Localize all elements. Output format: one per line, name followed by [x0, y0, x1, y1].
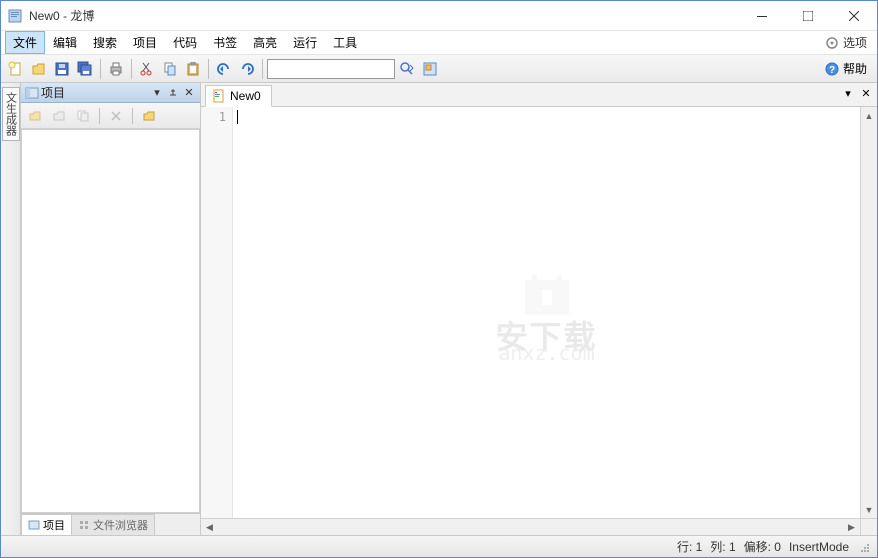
- sidebar-open-button[interactable]: [25, 106, 45, 126]
- help-label: 帮助: [843, 60, 867, 77]
- watermark-text1: 安下载: [495, 329, 597, 345]
- open-file-button[interactable]: [28, 58, 50, 80]
- sidebar-tabs: 项目 文件浏览器: [21, 513, 200, 535]
- sidebar-tab-project-label: 项目: [43, 517, 65, 533]
- browser-tab-icon: [78, 519, 90, 531]
- menu-edit[interactable]: 编辑: [45, 31, 85, 54]
- redo-button[interactable]: [236, 58, 258, 80]
- menu-code[interactable]: 代码: [165, 31, 205, 54]
- watermark-text2: anxz.com: [495, 345, 597, 361]
- minimize-button[interactable]: [739, 1, 785, 31]
- sidebar-tab-browser-label: 文件浏览器: [93, 517, 148, 533]
- app-icon: [7, 8, 23, 24]
- menu-run[interactable]: 运行: [285, 31, 325, 54]
- copy-button[interactable]: [159, 58, 181, 80]
- options-button[interactable]: 选项: [819, 32, 873, 53]
- toggle-view-button[interactable]: [419, 58, 441, 80]
- menu-bookmark[interactable]: 书签: [205, 31, 245, 54]
- status-mode: InsertMode: [789, 540, 849, 554]
- scroll-up-icon[interactable]: ▲: [861, 107, 877, 124]
- resize-grip-icon[interactable]: [857, 540, 871, 554]
- watermark: 安下载 anxz.com: [495, 265, 597, 361]
- menu-tools[interactable]: 工具: [325, 31, 365, 54]
- options-label: 选项: [843, 34, 867, 51]
- editor-body: 1 安下载 anxz.com ▲ ▼: [201, 107, 877, 518]
- sidebar-new-folder-button[interactable]: [49, 106, 69, 126]
- editor-textarea[interactable]: 安下载 anxz.com: [233, 107, 860, 518]
- sidebar-delete-button[interactable]: [106, 106, 126, 126]
- status-col: 列: 1: [710, 538, 735, 555]
- maximize-button[interactable]: [785, 1, 831, 31]
- gear-icon: [825, 36, 839, 50]
- project-tab-icon: [28, 519, 40, 531]
- status-bar: 行: 1 列: 1 偏移: 0 InsertMode: [1, 535, 877, 557]
- sidebar-header: 项目 ▾ ✕: [21, 83, 200, 103]
- help-icon: ?: [825, 62, 839, 76]
- status-row: 行: 1: [677, 538, 702, 555]
- paste-button[interactable]: [182, 58, 204, 80]
- sidebar-openfolder-button[interactable]: [139, 106, 159, 126]
- editor-tabstrip: New0 ▾ ✕: [201, 83, 877, 107]
- save-button[interactable]: [51, 58, 73, 80]
- save-all-button[interactable]: [74, 58, 96, 80]
- help-button[interactable]: ? 帮助: [819, 58, 873, 79]
- menu-search[interactable]: 搜索: [85, 31, 125, 54]
- editor-tabs-close-icon[interactable]: ✕: [859, 86, 873, 100]
- main-window: New0 - 龙博 文件 编辑 搜索 项目 代码 书签 高亮 运行 工具 选项: [0, 0, 878, 558]
- sidebar-copy-button[interactable]: [73, 106, 93, 126]
- sidebar-toolbar: [21, 103, 200, 129]
- editor-area: New0 ▾ ✕ 1 安下载 anxz.com: [201, 83, 877, 535]
- main-area: 文生成器 项目 ▾ ✕: [1, 83, 877, 535]
- sidebar-tab-browser[interactable]: 文件浏览器: [71, 514, 155, 535]
- scroll-down-icon[interactable]: ▼: [861, 501, 877, 518]
- undo-button[interactable]: [213, 58, 235, 80]
- project-icon: [25, 86, 39, 100]
- window-title: New0 - 龙博: [29, 7, 94, 24]
- sidebar-pin-icon[interactable]: [166, 86, 180, 100]
- find-button[interactable]: [396, 58, 418, 80]
- sidebar-title: 项目: [41, 84, 65, 101]
- sidebar-dropdown-icon[interactable]: ▾: [150, 86, 164, 100]
- sidebar-close-icon[interactable]: ✕: [182, 86, 196, 100]
- cut-button[interactable]: [136, 58, 158, 80]
- editor-tab-new0[interactable]: New0: [205, 85, 272, 107]
- scroll-left-icon[interactable]: ◀: [201, 519, 218, 535]
- editor-gutter: 1: [201, 107, 233, 518]
- status-offset: 偏移: 0: [744, 538, 781, 555]
- menu-highlight[interactable]: 高亮: [245, 31, 285, 54]
- line-number: 1: [201, 109, 232, 125]
- title-bar: New0 - 龙博: [1, 1, 877, 31]
- vertical-scrollbar[interactable]: ▲ ▼: [860, 107, 877, 518]
- scroll-right-icon[interactable]: ▶: [843, 519, 860, 535]
- close-button[interactable]: [831, 1, 877, 31]
- dock-tab-generator[interactable]: 文生成器: [2, 87, 20, 141]
- scroll-corner: [860, 519, 877, 535]
- editor-tab-label: New0: [230, 89, 261, 103]
- svg-text:?: ?: [829, 65, 835, 76]
- editor-tabs-dropdown-icon[interactable]: ▾: [841, 86, 855, 100]
- horizontal-scrollbar[interactable]: ◀ ▶: [201, 518, 877, 535]
- dock-strip: 文生成器: [1, 83, 21, 535]
- print-button[interactable]: [105, 58, 127, 80]
- file-icon: [212, 89, 226, 103]
- sidebar-tab-project[interactable]: 项目: [21, 514, 72, 535]
- sidebar-body[interactable]: [21, 129, 200, 513]
- search-input[interactable]: [267, 59, 395, 79]
- new-file-button[interactable]: [5, 58, 27, 80]
- sidebar: 项目 ▾ ✕ 项目: [21, 83, 201, 535]
- toolbar: ? 帮助: [1, 55, 877, 83]
- text-cursor: [237, 110, 238, 124]
- menu-file[interactable]: 文件: [5, 31, 45, 54]
- menu-project[interactable]: 项目: [125, 31, 165, 54]
- menu-bar: 文件 编辑 搜索 项目 代码 书签 高亮 运行 工具 选项: [1, 31, 877, 55]
